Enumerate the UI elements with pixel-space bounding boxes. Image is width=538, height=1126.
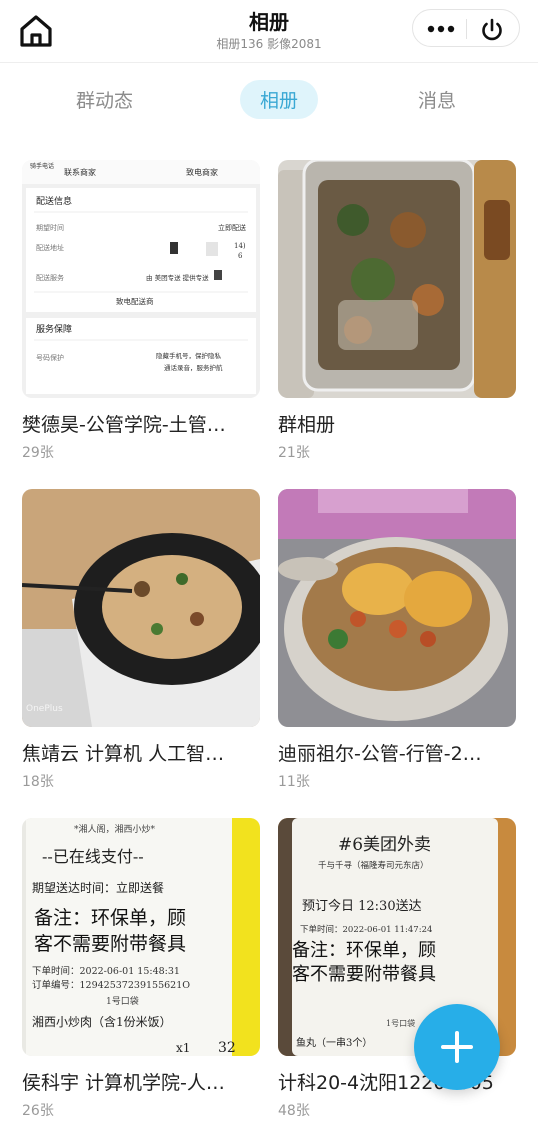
album-photo-count: 21张 [278,445,310,461]
tab-albums[interactable]: 相册 [240,80,319,119]
album-card[interactable]: 骑手电话 联系商家 致电商家 配送信息 期望时间 立即配送 配送地址 14) 6… [22,160,260,462]
album-photo-count: 18张 [22,774,54,790]
thumb-text: 联系商家 [64,167,96,177]
thumb-text: 配送地址 [36,243,64,252]
album-card[interactable]: 群相册 21张 [278,160,516,462]
food-container-photo [278,160,516,398]
thumb-text: #6美团外卖 [338,835,431,855]
thumb-text: 客不需要附带餐具 [34,933,186,955]
thumb-text: *湘人阁，湘西小炒* [74,823,156,835]
capsule-divider [466,19,467,39]
thumb-text: 1号口袋 [386,1018,415,1028]
delivery-screenshot-image: 骑手电话 联系商家 致电商家 配送信息 期望时间 立即配送 配送地址 14) 6… [22,160,260,398]
tab-group-feed[interactable]: 群动态 [76,86,133,113]
thumb-text: 期望时间 [36,223,64,232]
thumb-text: 致电配送商 [116,296,154,306]
album-photo-count: 48张 [278,1103,310,1119]
tab-bar: 群动态 相册 消息 [0,76,538,128]
thumb-text: 湘西小炒肉（含1份米饭） [32,1014,172,1029]
album-name: 樊德昊-公管学院-土管… [22,414,226,436]
thumb-watermark: OnePlus [26,704,63,714]
thumb-text: 通话录音，服务护航 [164,363,223,372]
plus-icon [441,1031,473,1063]
more-dots-icon [427,25,455,33]
thumb-text: 配送信息 [36,195,72,207]
album-photo-count: 29张 [22,445,54,461]
more-button[interactable] [423,18,459,40]
album-name: 焦靖云 计算机 人工智… [22,743,225,765]
thumb-text: 号码保护 [36,353,64,362]
thumb-text: 备注：环保单，顾 [34,907,186,929]
thumb-text: 32 [218,1040,236,1056]
thumb-text: 隐藏手机号，保护隐私 [156,351,222,360]
album-cover[interactable] [278,160,516,398]
album-card[interactable]: 迪丽祖尔-公管-行管-2… 11张 [278,489,516,791]
album-card[interactable]: *湘人阁，湘西小炒* --已在线支付-- 期望送达时间：立即送餐 备注：环保单，… [22,818,260,1120]
noodle-bowl-photo [278,489,516,727]
album-cover[interactable]: OnePlus [22,489,260,727]
album-photo-count: 26张 [22,1103,54,1119]
thumb-text: 备注：环保单，顾 [292,940,436,961]
thumb-text: 配送服务 [36,273,64,282]
top-navigation-bar: 相册 相册136 影像2081 [0,0,538,63]
close-button[interactable] [479,17,505,43]
thumb-text: --已在线支付-- [42,847,144,866]
thumb-text: 骑手电话 [30,162,54,170]
album-cover[interactable]: 骑手电话 联系商家 致电商家 配送信息 期望时间 立即配送 配送地址 14) 6… [22,160,260,398]
power-icon [482,18,502,41]
thumb-text: 订单编号：12942537239155621O [32,979,190,991]
album-name: 迪丽祖尔-公管-行管-2… [278,743,482,765]
thumb-text: 6 [238,252,243,260]
mini-program-capsule [412,9,520,47]
add-album-button[interactable] [414,1004,500,1090]
thumb-text: 14) [234,242,246,250]
thumb-text: 由 美团专送 提供专送 [146,273,209,282]
tab-messages[interactable]: 消息 [418,86,456,113]
thumb-text: 期望送达时间：立即送餐 [32,880,164,895]
thumb-text: 客不需要附带餐具 [292,964,436,985]
fried-rice-photo: OnePlus [22,489,260,727]
album-cover[interactable] [278,489,516,727]
thumb-text: 立即配送 [218,223,246,232]
album-name: 群相册 [278,414,336,436]
album-cover[interactable]: *湘人阁，湘西小炒* --已在线支付-- 期望送达时间：立即送餐 备注：环保单，… [22,818,260,1056]
thumb-text: 下单时间：2022-06-01 11:47:24 [300,924,432,935]
thumb-text: 预订今日 12:30送达 [302,898,422,914]
thumb-text: 千与千寻（福隆寿司元东店） [318,860,429,871]
album-photo-count: 11张 [278,774,310,790]
thumb-text: 鱼丸（一串3个） [296,1036,372,1049]
album-card[interactable]: OnePlus 焦靖云 计算机 人工智… 18张 [22,489,260,791]
thumb-text: x1 [176,1041,190,1055]
thumb-text: 下单时间：2022-06-01 15:48:31 [32,965,180,977]
album-name: 侯科宇 计算机学院-人… [22,1072,225,1094]
receipt-photo: *湘人阁，湘西小炒* --已在线支付-- 期望送达时间：立即送餐 备注：环保单，… [22,818,260,1056]
thumb-text: 服务保障 [36,323,72,335]
thumb-text: 1号口袋 [106,995,139,1007]
thumb-text: 致电商家 [186,167,218,177]
